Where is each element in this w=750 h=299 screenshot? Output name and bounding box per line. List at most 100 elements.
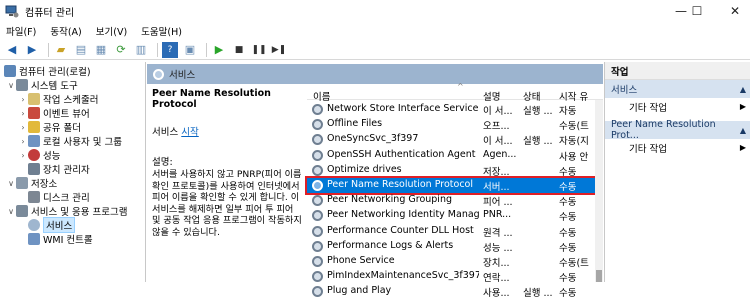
properties-icon[interactable]: ▦ xyxy=(93,42,109,58)
chevron-down-icon[interactable]: ∨ xyxy=(6,179,16,188)
help-icon[interactable]: ? xyxy=(162,41,178,58)
menu-view[interactable]: 보기(V) xyxy=(96,24,127,38)
users-icon xyxy=(28,135,40,147)
vertical-scrollbar[interactable] xyxy=(595,100,603,282)
refresh-icon[interactable]: ⟳ xyxy=(113,42,129,58)
show-action-pane-icon[interactable]: ▣ xyxy=(182,42,198,58)
services-apps-icon xyxy=(16,205,28,217)
show-tree-icon[interactable]: ▤ xyxy=(73,42,89,58)
service-row[interactable]: Offline Files 오프... 수동(트 xyxy=(307,117,597,132)
restart-service-icon[interactable]: ▶❚ xyxy=(271,42,287,58)
actions-group-services[interactable]: 서비스 ▲ xyxy=(605,80,750,98)
service-start-line: 서비스 시작 xyxy=(152,127,199,138)
gear-icon xyxy=(312,164,323,176)
actions-more-services[interactable]: 기타 작업 ▶ xyxy=(605,98,750,115)
service-description: 서버... xyxy=(483,182,510,193)
tree-task-scheduler[interactable]: › 작업 스케줄러 xyxy=(18,92,98,106)
service-row[interactable]: Phone Service 장치... 수동(트 xyxy=(307,254,597,269)
column-startup[interactable]: 시작 유 xyxy=(559,89,588,103)
description-text: 서버를 사용하지 않고 PNRP(피어 이름 확인 프로토콜)를 사용하여 인터… xyxy=(152,169,302,238)
back-icon[interactable]: ◀ xyxy=(4,42,20,58)
event-viewer-icon xyxy=(28,107,40,119)
services-header: 서비스 xyxy=(147,64,603,84)
performance-icon xyxy=(28,149,40,161)
submenu-arrow-icon: ▶ xyxy=(739,143,746,152)
tree-services[interactable]: 서비스 xyxy=(28,217,76,233)
computer-management-icon xyxy=(4,65,16,77)
service-description: 성능 ... xyxy=(483,242,513,254)
service-startup: 수동 xyxy=(559,273,577,285)
chevron-down-icon[interactable]: ∨ xyxy=(6,207,16,216)
gear-icon xyxy=(312,134,323,146)
service-row[interactable]: Peer Name Resolution Protocol 서버... 수동 xyxy=(305,176,599,195)
storage-icon xyxy=(16,177,28,189)
gear-icon xyxy=(28,219,40,231)
menu-action[interactable]: 동작(A) xyxy=(50,24,81,38)
tree-shared-folders[interactable]: › 공유 폴더 xyxy=(18,120,81,134)
gear-icon xyxy=(312,256,323,267)
collapse-up-icon[interactable]: ▲ xyxy=(740,126,746,135)
service-description: 이 서... xyxy=(483,136,513,148)
chevron-right-icon[interactable]: › xyxy=(18,137,28,146)
tree-wmi[interactable]: WMI 컨트롤 xyxy=(28,232,93,246)
service-startup: 수동 xyxy=(559,197,577,209)
tree-storage[interactable]: ∨ 저장소 xyxy=(6,176,57,190)
service-row[interactable]: Plug and Play 사용... 실행 ... 수동 xyxy=(307,284,597,299)
menu-bar: 파일(F) 동작(A) 보기(V) 도움말(H) xyxy=(0,22,750,40)
export-list-icon[interactable]: ▥ xyxy=(133,42,149,58)
chevron-right-icon[interactable]: › xyxy=(18,123,28,132)
service-row[interactable]: Network Store Interface Service 이 서... 실행 … xyxy=(307,102,597,117)
start-service-link[interactable]: 시작 xyxy=(181,127,198,138)
chevron-down-icon[interactable]: ∨ xyxy=(6,81,16,90)
tree-event-viewer[interactable]: › 이벤트 뷰어 xyxy=(18,106,90,120)
column-name[interactable]: 이름 xyxy=(313,89,330,103)
actions-more-selected[interactable]: 기타 작업 ▶ xyxy=(605,139,750,156)
actions-group-selected-service[interactable]: Peer Name Resolution Prot... ▲ xyxy=(605,119,750,141)
service-startup: 자동(지 xyxy=(559,136,589,148)
scrollbar-thumb[interactable] xyxy=(596,270,602,282)
toolbar-divider xyxy=(157,42,158,57)
service-row[interactable]: OpenSSH Authentication Agent Agen... 사용 안 xyxy=(307,148,597,163)
tree-services-apps[interactable]: ∨ 서비스 및 응용 프로그램 xyxy=(6,204,127,218)
tree-disk-management[interactable]: 디스크 관리 xyxy=(28,190,90,204)
service-startup: 수동(트 xyxy=(559,121,589,133)
service-name: Plug and Play xyxy=(327,285,392,297)
menu-help[interactable]: 도움말(H) xyxy=(141,24,182,38)
stop-service-icon[interactable]: ■ xyxy=(231,42,247,58)
service-description: 오프... xyxy=(483,121,510,133)
actions-header: 작업 xyxy=(605,62,750,80)
service-row[interactable]: Performance Counter DLL Host 원격 ... 수동 xyxy=(307,224,597,239)
column-status[interactable]: 상태 xyxy=(523,89,540,103)
service-row[interactable]: OneSyncSvc_3f397 이 서... 실행 ... 자동(지 xyxy=(307,132,597,147)
service-name: Peer Networking Identity Manager xyxy=(327,209,479,221)
menu-file[interactable]: 파일(F) xyxy=(6,24,36,38)
tree-local-users[interactable]: › 로컬 사용자 및 그룹 xyxy=(18,134,122,148)
service-row[interactable]: Performance Logs & Alerts 성능 ... 수동 xyxy=(307,239,597,254)
wmi-icon xyxy=(28,233,40,245)
tree-performance[interactable]: › 성능 xyxy=(18,148,60,162)
forward-icon[interactable]: ▶ xyxy=(24,42,40,58)
service-description: Agen... xyxy=(483,148,517,160)
start-service-icon[interactable]: ▶ xyxy=(211,42,227,58)
service-row[interactable]: Optimize drives 저장... 수동 xyxy=(307,163,597,178)
device-manager-icon xyxy=(28,163,40,175)
tree-system-tools[interactable]: ∨ 시스템 도구 xyxy=(6,78,78,92)
tree-root[interactable]: 컴퓨터 관리(로컬) xyxy=(4,64,91,78)
chevron-right-icon[interactable]: › xyxy=(18,95,28,104)
gear-icon xyxy=(312,104,323,115)
close-button[interactable]: ✕ xyxy=(712,0,750,22)
collapse-up-icon[interactable]: ▲ xyxy=(740,85,746,94)
service-row[interactable]: Peer Networking Grouping 피어 ... 수동 xyxy=(307,193,597,208)
chevron-right-icon[interactable]: › xyxy=(18,109,28,118)
service-startup: 수동 xyxy=(559,166,577,178)
column-description[interactable]: 설명 xyxy=(483,89,500,103)
service-row[interactable]: Peer Networking Identity Manager PNR... 수동 xyxy=(307,208,597,223)
chevron-right-icon[interactable]: › xyxy=(18,151,28,160)
service-startup: 수동 xyxy=(559,288,577,299)
up-folder-icon[interactable]: ▰ xyxy=(53,42,69,58)
service-description: 저장... xyxy=(483,166,510,178)
tree-device-manager[interactable]: 장치 관리자 xyxy=(28,162,90,176)
sort-indicator-icon: ^ xyxy=(457,82,464,91)
service-name: Offline Files xyxy=(327,118,383,130)
pause-service-icon[interactable]: ❚❚ xyxy=(251,42,267,58)
